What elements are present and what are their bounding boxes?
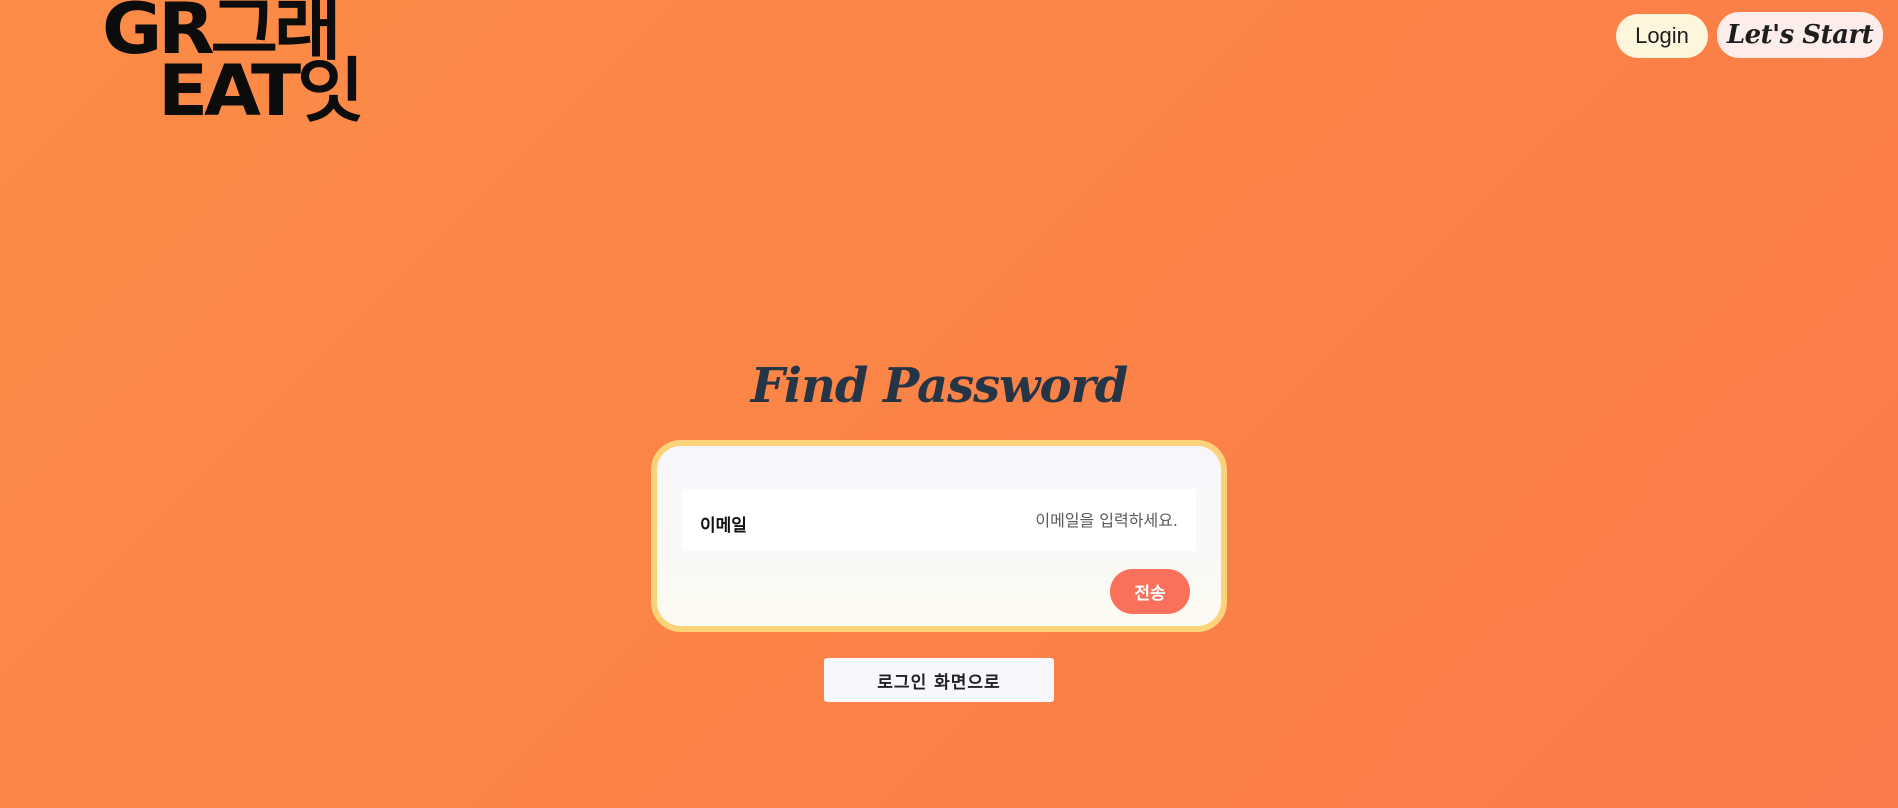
send-button[interactable]: 전송: [1110, 569, 1190, 614]
logo[interactable]: GR그래 EAT잇: [100, 0, 370, 132]
lets-start-button[interactable]: Let's Start: [1717, 12, 1883, 58]
back-to-login-button[interactable]: 로그인 화면으로: [824, 658, 1054, 702]
email-label: 이메일: [700, 515, 747, 536]
email-field-row: 이메일: [682, 489, 1196, 551]
page-title: Find Password: [750, 358, 1129, 414]
email-input[interactable]: [878, 510, 1178, 530]
logo-line-2: EAT잇: [158, 50, 365, 132]
login-button[interactable]: Login: [1616, 14, 1708, 58]
find-password-form: 이메일 전송: [651, 440, 1227, 632]
